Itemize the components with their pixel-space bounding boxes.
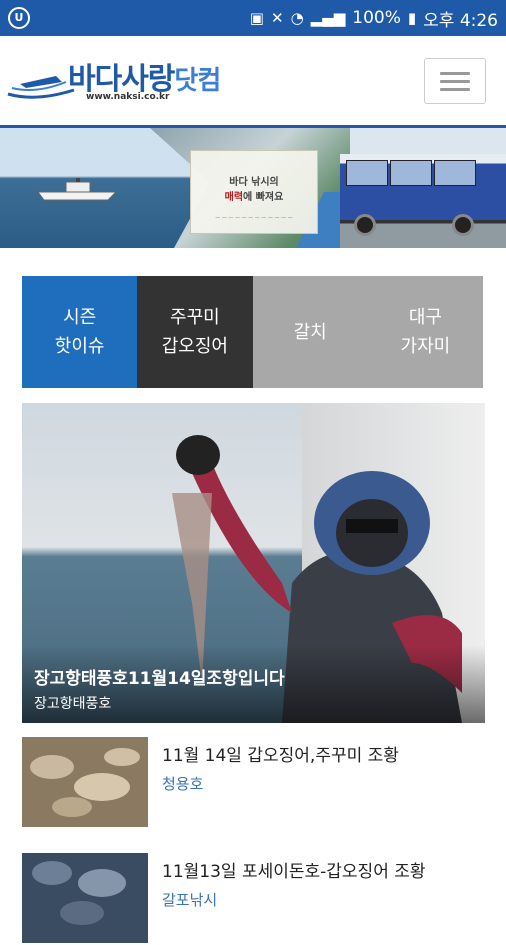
logo-url: www.naksi.co.kr bbox=[86, 92, 170, 102]
banner-card: 바다 낚시의 매력에 빠져요 — — — — — — — — — — — — bbox=[190, 150, 318, 234]
tab-webfoot-octopus-cuttlefish[interactable]: 주꾸미 갑오징어 bbox=[137, 276, 253, 388]
logo-suffix: 닷컴 bbox=[174, 66, 221, 96]
tab-season-hot-issue[interactable]: 시즌 핫이슈 bbox=[22, 276, 138, 388]
tab-cod-flounder[interactable]: 대구 가자미 bbox=[367, 276, 483, 388]
wifi-icon: ◔ bbox=[290, 9, 304, 27]
featured-subtitle: 장고항태풍호 bbox=[34, 696, 112, 712]
featured-article[interactable]: 장고항태풍호11월14일조항입니다 장고항태풍호 bbox=[22, 403, 485, 723]
post-thumbnail bbox=[22, 737, 148, 827]
banner-bus-photo bbox=[340, 154, 506, 248]
post-title[interactable]: 11월13일 포세이돈호-갑오징어 조황 bbox=[162, 857, 426, 882]
hamburger-menu-button[interactable] bbox=[424, 58, 486, 104]
ship-image bbox=[37, 178, 118, 201]
category-tabs: 시즌 핫이슈 주꾸미 갑오징어 갈치 대구 가자미 bbox=[22, 276, 483, 388]
site-header: 바다사랑닷컴 www.naksi.co.kr bbox=[0, 36, 506, 128]
nfc-icon: ▣ bbox=[249, 9, 264, 27]
mute-icon: ✕ bbox=[270, 9, 284, 27]
list-item[interactable]: 11월13일 포세이돈호-갑오징어 조황 갈포낚시 bbox=[22, 853, 485, 945]
post-title[interactable]: 11월 14일 갑오징어,주꾸미 조황 bbox=[162, 741, 399, 766]
list-item[interactable]: 11월 14일 갑오징어,주꾸미 조황 청용호 bbox=[22, 737, 485, 829]
signal-icon: ▂▄▆ bbox=[310, 9, 346, 27]
tab-hairtail[interactable]: 갈치 bbox=[252, 276, 368, 388]
post-author[interactable]: 청용호 bbox=[162, 773, 203, 794]
clock: 오후 4:26 bbox=[423, 10, 498, 31]
battery-percent: 100% bbox=[352, 8, 401, 28]
featured-title[interactable]: 장고항태풍호11월14일조항입니다 bbox=[34, 664, 285, 689]
status-bar: U ▣ ✕ ◔ ▂▄▆ 100% ▮ 오후 4:26 bbox=[0, 0, 506, 36]
banner-line2: 매력에 빠져요 bbox=[224, 192, 284, 203]
site-logo[interactable]: 바다사랑닷컴 www.naksi.co.kr bbox=[6, 50, 246, 116]
hamburger-menu-icon bbox=[440, 72, 470, 75]
battery-icon: ▮ bbox=[407, 9, 417, 27]
app-notification-icon: U bbox=[8, 7, 30, 29]
promo-banner[interactable]: 바다 낚시의 매력에 빠져요 — — — — — — — — — — — — bbox=[0, 128, 506, 248]
boat-logo-icon bbox=[7, 76, 75, 99]
post-thumbnail bbox=[22, 853, 148, 943]
banner-line1: 바다 낚시의 bbox=[229, 177, 279, 188]
status-icons: ▣ ✕ ◔ ▂▄▆ 100% ▮ 오후 4:26 bbox=[250, 0, 498, 36]
